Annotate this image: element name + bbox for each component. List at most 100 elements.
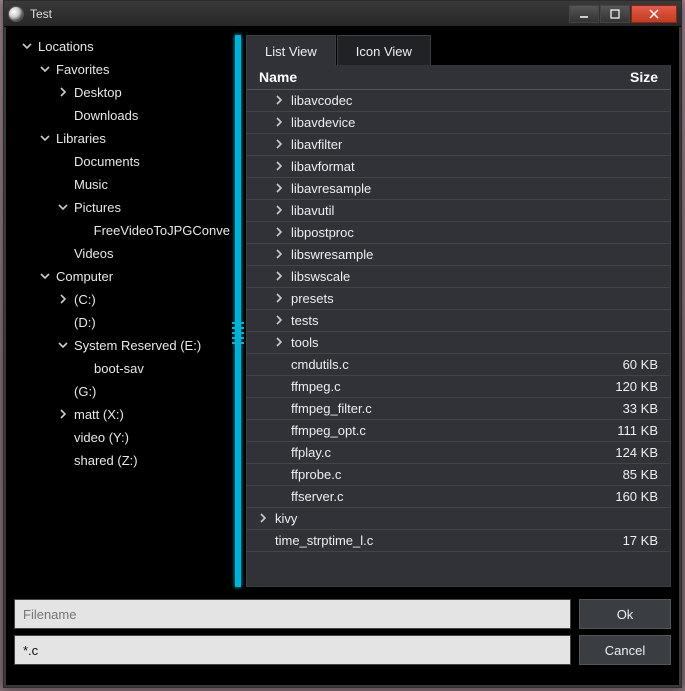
sidebar-item[interactable]: Pictures xyxy=(14,196,230,219)
ok-button[interactable]: Ok xyxy=(579,599,671,629)
chevron-right-icon xyxy=(274,205,284,215)
file-row[interactable]: time_strptime_l.c17 KB xyxy=(247,530,670,552)
filename-input[interactable] xyxy=(14,599,571,629)
chevron-down-icon xyxy=(40,271,50,281)
sidebar-item[interactable]: Music xyxy=(14,173,230,196)
cancel-button[interactable]: Cancel xyxy=(579,635,671,665)
folder-row[interactable]: presets xyxy=(247,288,670,310)
folder-row[interactable]: libavresample xyxy=(247,178,670,200)
sidebar-item[interactable]: Documents xyxy=(14,150,230,173)
file-name: ffmpeg.c xyxy=(291,379,615,394)
file-row[interactable]: ffmpeg.c120 KB xyxy=(247,376,670,398)
file-size: 85 KB xyxy=(623,467,658,482)
sidebar-item[interactable]: Downloads xyxy=(14,104,230,127)
sidebar-item-label: FreeVideoToJPGConve xyxy=(94,223,230,238)
file-row[interactable]: ffmpeg_opt.c111 KB xyxy=(247,420,670,442)
titlebar[interactable]: Test xyxy=(4,1,681,27)
chevron-right-icon xyxy=(274,117,284,127)
sidebar-item-label: Pictures xyxy=(74,200,121,215)
folder-name: libavutil xyxy=(291,203,658,218)
folder-row[interactable]: kivy xyxy=(247,508,670,530)
folder-row[interactable]: tests xyxy=(247,310,670,332)
sidebar-group[interactable]: Computer xyxy=(14,265,230,288)
file-size: 160 KB xyxy=(615,489,658,504)
chevron-down-icon xyxy=(22,41,32,51)
file-list[interactable]: libavcodec libavdevice libavfilter libavfor… xyxy=(247,90,670,586)
folder-name: presets xyxy=(291,291,658,306)
filter-input[interactable] xyxy=(14,635,571,665)
sidebar-item-label: System Reserved (E:) xyxy=(74,338,201,353)
sidebar-group[interactable]: Favorites xyxy=(14,58,230,81)
sidebar-item[interactable]: FreeVideoToJPGConve xyxy=(14,219,230,242)
file-row[interactable]: cmdutils.c60 KB xyxy=(247,354,670,376)
file-row[interactable]: ffplay.c124 KB xyxy=(247,442,670,464)
folder-name: libpostproc xyxy=(291,225,658,240)
sidebar-item[interactable]: (G:) xyxy=(14,380,230,403)
sidebar-item[interactable]: boot-sav xyxy=(14,357,230,380)
sidebar-item-label: Music xyxy=(74,177,108,192)
file-row[interactable]: ffserver.c160 KB xyxy=(247,486,670,508)
folder-row[interactable]: libavdevice xyxy=(247,112,670,134)
splitter-grip-icon xyxy=(230,307,246,359)
folder-name: libavformat xyxy=(291,159,658,174)
app-icon xyxy=(8,6,24,22)
folder-row[interactable]: libswscale xyxy=(247,266,670,288)
folder-name: libavresample xyxy=(291,181,658,196)
maximize-button[interactable] xyxy=(600,5,630,23)
chevron-right-icon xyxy=(274,139,284,149)
folder-row[interactable]: libpostproc xyxy=(247,222,670,244)
sidebar-item[interactable]: (D:) xyxy=(14,311,230,334)
sidebar-item-label: boot-sav xyxy=(94,361,144,376)
sidebar-item[interactable]: Desktop xyxy=(14,81,230,104)
tab-icon-view[interactable]: Icon View xyxy=(337,35,431,65)
chevron-right-icon xyxy=(274,315,284,325)
locations-sidebar[interactable]: LocationsFavoritesDesktopDownloads Librar… xyxy=(14,35,230,587)
sidebar-group[interactable]: Libraries xyxy=(14,127,230,150)
sidebar-item[interactable]: matt (X:) xyxy=(14,403,230,426)
sidebar-item[interactable]: Videos xyxy=(14,242,230,265)
folder-row[interactable]: libavformat xyxy=(247,156,670,178)
splitter[interactable] xyxy=(230,35,246,587)
chevron-right-icon xyxy=(274,271,284,281)
sidebar-item-label: Documents xyxy=(74,154,140,169)
file-row[interactable]: ffmpeg_filter.c33 KB xyxy=(247,398,670,420)
chevron-right-icon xyxy=(274,161,284,171)
chevron-right-icon xyxy=(274,95,284,105)
sidebar-item-label: Videos xyxy=(74,246,114,261)
minimize-button[interactable] xyxy=(569,5,599,23)
folder-row[interactable]: tools xyxy=(247,332,670,354)
sidebar-item[interactable]: video (Y:) xyxy=(14,426,230,449)
column-size[interactable]: Size xyxy=(630,69,658,85)
chevron-right-icon xyxy=(274,249,284,259)
chevron-right-icon xyxy=(58,87,68,97)
sidebar-item[interactable]: System Reserved (E:) xyxy=(14,334,230,357)
folder-row[interactable]: libavutil xyxy=(247,200,670,222)
file-name: time_strptime_l.c xyxy=(275,533,623,548)
chevron-right-icon xyxy=(274,337,284,347)
folder-row[interactable]: libavcodec xyxy=(247,90,670,112)
column-headers[interactable]: Name Size xyxy=(247,65,670,90)
chevron-down-icon xyxy=(40,133,50,143)
file-size: 111 KB xyxy=(617,423,658,438)
chevron-right-icon xyxy=(274,227,284,237)
chevron-down-icon xyxy=(58,202,68,212)
file-row[interactable]: ffprobe.c85 KB xyxy=(247,464,670,486)
folder-name: libavdevice xyxy=(291,115,658,130)
file-size: 120 KB xyxy=(615,379,658,394)
sidebar-item-label: video (Y:) xyxy=(74,430,129,445)
sidebar-item[interactable]: shared (Z:) xyxy=(14,449,230,472)
chevron-right-icon xyxy=(274,293,284,303)
chevron-right-icon xyxy=(58,294,68,304)
sidebar-item-label: shared (Z:) xyxy=(74,453,138,468)
folder-row[interactable]: libswresample xyxy=(247,244,670,266)
sidebar-item[interactable]: (C:) xyxy=(14,288,230,311)
close-button[interactable] xyxy=(631,5,677,23)
column-name[interactable]: Name xyxy=(259,69,630,85)
sidebar-root[interactable]: Locations xyxy=(14,35,230,58)
content: LocationsFavoritesDesktopDownloads Librar… xyxy=(4,27,681,687)
folder-row[interactable]: libavfilter xyxy=(247,134,670,156)
file-name: ffmpeg_opt.c xyxy=(291,423,617,438)
tab-list-view[interactable]: List View xyxy=(246,35,336,65)
sidebar-group-label: Libraries xyxy=(56,131,106,146)
folder-name: libavfilter xyxy=(291,137,658,152)
